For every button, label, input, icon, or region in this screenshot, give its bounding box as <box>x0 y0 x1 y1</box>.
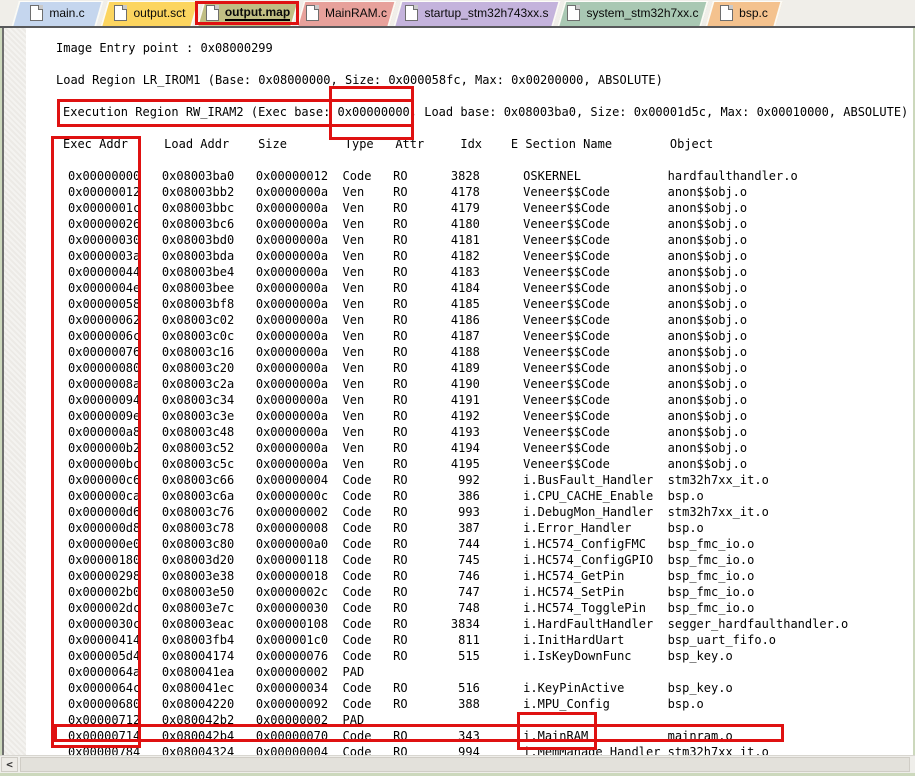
map-line-load-region: Load Region LR_IROM1 (Base: 0x08000000, … <box>27 72 914 88</box>
map-row: 0x000002dc 0x08003e7c 0x00000030 Code RO… <box>27 600 914 616</box>
map-row: 0x00000000 0x08003ba0 0x00000012 Code RO… <box>27 168 914 184</box>
tab-system-stm32h7xx-c[interactable]: system_stm32h7xx.c <box>559 0 707 26</box>
map-line-image-entry: Image Entry point : 0x08000299 <box>27 40 914 56</box>
map-row: 0x00000298 0x08003e38 0x00000018 Code RO… <box>27 568 914 584</box>
scrollbar-thumb[interactable] <box>20 757 910 772</box>
map-row: 0x00000714 0x080042b4 0x00000070 Code RO… <box>27 728 914 744</box>
map-row: 0x000002b0 0x08003e50 0x0000002c Code RO… <box>27 584 914 600</box>
map-row: 0x000005d4 0x08004174 0x00000076 Code RO… <box>27 648 914 664</box>
tab-mainram-c[interactable]: MainRAM.c <box>298 0 395 26</box>
map-row: 0x000000d8 0x08003c78 0x00000008 Code RO… <box>27 520 914 536</box>
map-row: 0x0000003a 0x08003bda 0x0000000a Ven RO … <box>27 248 914 264</box>
map-row: 0x00000076 0x08003c16 0x0000000a Ven RO … <box>27 344 914 360</box>
map-row: 0x00000044 0x08003be4 0x0000000a Ven RO … <box>27 264 914 280</box>
document-icon <box>567 5 580 21</box>
tab-startup-stm32h743xx-s[interactable]: startup_stm32h743xx.s <box>395 0 559 26</box>
tab-label: main.c <box>49 6 84 20</box>
map-line-blank <box>27 88 914 104</box>
map-row: 0x000000bc 0x08003c5c 0x0000000a Ven RO … <box>27 456 914 472</box>
map-row: 0x000000e0 0x08003c80 0x000000a0 Code RO… <box>27 536 914 552</box>
map-row: 0x000000c6 0x08003c66 0x00000004 Code RO… <box>27 472 914 488</box>
map-row: 0x00000414 0x08003fb4 0x000001c0 Code RO… <box>27 632 914 648</box>
tab-output-map[interactable]: output.map <box>198 0 298 26</box>
map-row: 0x00000712 0x080042b2 0x00000002 PAD <box>27 712 914 728</box>
tab-label: system_stm32h7xx.c <box>586 6 698 20</box>
map-row: 0x000000b2 0x08003c52 0x0000000a Ven RO … <box>27 440 914 456</box>
map-row: 0x0000006c 0x08003c0c 0x0000000a Ven RO … <box>27 328 914 344</box>
tab-label: startup_stm32h743xx.s <box>424 6 548 20</box>
tab-output-sct[interactable]: output.sct <box>102 0 198 26</box>
document-icon <box>405 5 418 21</box>
tab-label: MainRAM.c <box>325 6 387 20</box>
map-row: 0x00000062 0x08003c02 0x0000000a Ven RO … <box>27 312 914 328</box>
map-row: 0x00000680 0x08004220 0x00000092 Code RO… <box>27 696 914 712</box>
map-row: 0x00000058 0x08003bf8 0x0000000a Ven RO … <box>27 296 914 312</box>
document-icon <box>720 5 733 21</box>
map-row: 0x0000064a 0x080041ea 0x00000002 PAD <box>27 664 914 680</box>
tab-bsp-c[interactable]: bsp.c <box>707 0 781 26</box>
map-row: 0x000000ca 0x08003c6a 0x0000000c Code RO… <box>27 488 914 504</box>
map-table-header: Exec Addr Load Addr Size Type Attr Idx E… <box>27 136 914 152</box>
map-row: 0x00000080 0x08003c20 0x0000000a Ven RO … <box>27 360 914 376</box>
tab-label: bsp.c <box>739 6 768 20</box>
document-icon <box>30 5 43 21</box>
document-icon <box>306 5 319 21</box>
document-icon <box>114 5 127 21</box>
map-line-execution-region: Execution Region RW_IRAM2 (Exec base: 0x… <box>27 104 914 120</box>
map-row: 0x0000009e 0x08003c3e 0x0000000a Ven RO … <box>27 408 914 424</box>
tab-label: output.sct <box>133 6 185 20</box>
tab-main-c[interactable]: main.c <box>13 0 102 26</box>
tab-label: output.map <box>225 5 290 21</box>
tab-bar-spacer <box>0 0 13 26</box>
map-row: 0x00000094 0x08003c34 0x0000000a Ven RO … <box>27 392 914 408</box>
map-row: 0x000000d6 0x08003c76 0x00000002 Code RO… <box>27 504 914 520</box>
tab-bar: main.c output.sct output.map MainRAM.c start… <box>0 0 915 28</box>
map-row: 0x0000004e 0x08003bee 0x0000000a Ven RO … <box>27 280 914 296</box>
map-row: 0x000000a8 0x08003c48 0x0000000a Ven RO … <box>27 424 914 440</box>
map-line-blank <box>27 152 914 168</box>
horizontal-scrollbar[interactable]: < <box>0 755 915 773</box>
document-icon <box>206 5 219 21</box>
map-row: 0x00000030 0x08003bd0 0x0000000a Ven RO … <box>27 232 914 248</box>
selection-gutter[interactable] <box>4 28 26 755</box>
map-row: 0x0000001c 0x08003bbc 0x0000000a Ven RO … <box>27 200 914 216</box>
editor-window: main.c output.sct output.map MainRAM.c start… <box>0 0 915 776</box>
map-row: 0x0000064c 0x080041ec 0x00000034 Code RO… <box>27 680 914 696</box>
map-row: 0x00000012 0x08003bb2 0x0000000a Ven RO … <box>27 184 914 200</box>
text-editor-area[interactable]: Image Entry point : 0x08000299 Load Regio… <box>26 40 914 755</box>
map-row: 0x0000008a 0x08003c2a 0x0000000a Ven RO … <box>27 376 914 392</box>
map-row: 0x00000180 0x08003d20 0x00000118 Code RO… <box>27 552 914 568</box>
scroll-left-button[interactable]: < <box>1 757 18 772</box>
map-line-blank <box>27 120 914 136</box>
map-line-blank <box>27 56 914 72</box>
map-row: 0x00000026 0x08003bc6 0x0000000a Ven RO … <box>27 216 914 232</box>
map-row: 0x0000030c 0x08003eac 0x00000108 Code RO… <box>27 616 914 632</box>
